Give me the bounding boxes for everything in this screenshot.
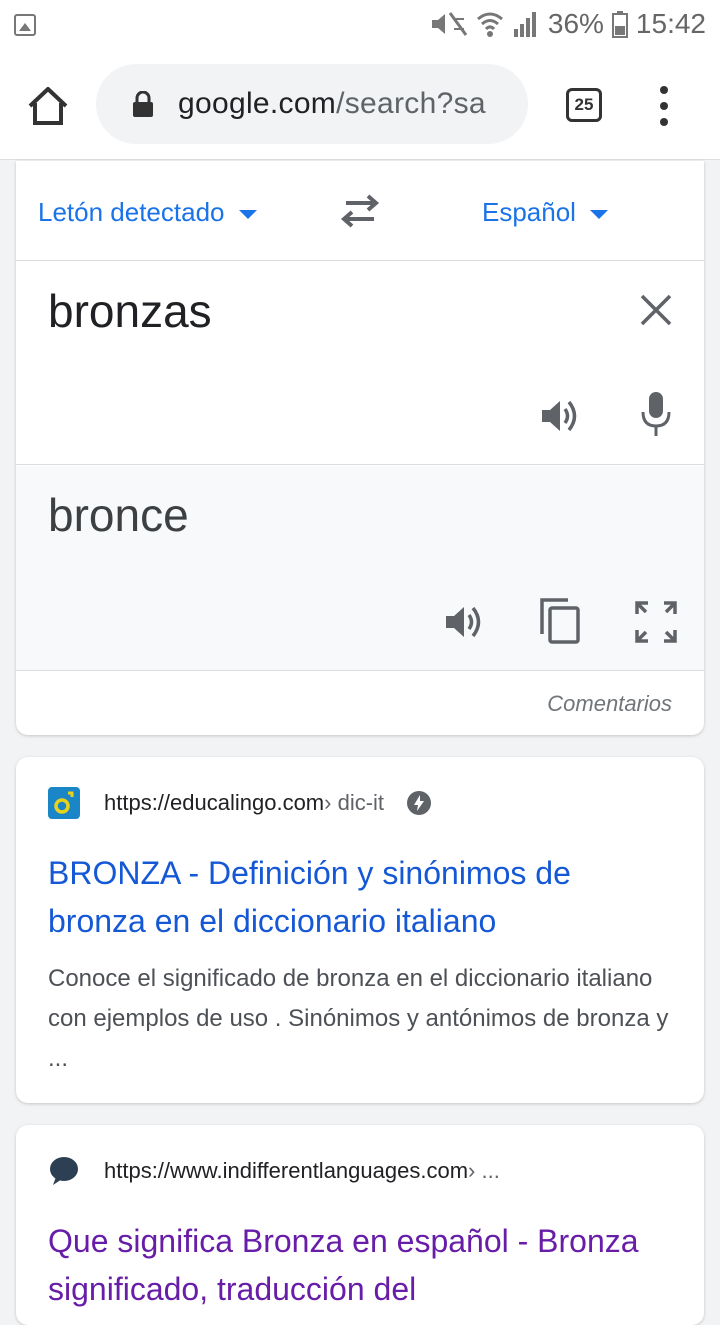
lock-icon xyxy=(133,91,153,117)
chevron-down-icon xyxy=(238,210,257,219)
microphone-icon[interactable] xyxy=(638,390,674,440)
status-bar: 36% 15:42 xyxy=(0,0,720,50)
battery-percent: 36% xyxy=(547,8,604,39)
translated-text: bronce xyxy=(48,489,189,541)
fullscreen-icon[interactable] xyxy=(634,600,678,644)
signal-icon xyxy=(513,12,536,37)
result-title-link[interactable]: Que significa Bronza en español - Bronza… xyxy=(48,1217,668,1313)
speech-bubble-favicon-icon xyxy=(50,1157,78,1185)
speaker-icon[interactable] xyxy=(442,600,486,644)
url-domain: google.com xyxy=(178,87,337,120)
result-breadcrumb: › ... xyxy=(468,1158,500,1183)
result-citation[interactable]: https://www.indifferentlanguages.com › .… xyxy=(48,1155,500,1187)
mute-icon xyxy=(431,12,468,36)
result-breadcrumb: › dic-it xyxy=(324,790,385,815)
source-text-area[interactable]: bronzas xyxy=(16,262,704,465)
translate-card: Letón detectado Español bronzas bronce C… xyxy=(16,161,704,735)
swap-languages-icon[interactable] xyxy=(338,193,382,229)
language-selector-row: Letón detectado Español xyxy=(16,161,704,261)
source-text[interactable]: bronzas xyxy=(48,284,212,338)
tab-switcher-button[interactable]: 25 xyxy=(566,88,602,122)
overflow-menu-icon[interactable] xyxy=(652,86,676,126)
wifi-icon xyxy=(476,12,503,37)
clock: 15:42 xyxy=(635,8,706,39)
amp-lightning-icon xyxy=(407,791,432,815)
translation-result-area: bronce xyxy=(16,466,704,671)
result-url: https://educalingo.com xyxy=(104,790,325,815)
result-url: https://www.indifferentlanguages.com xyxy=(104,1158,469,1183)
close-icon[interactable] xyxy=(638,292,674,328)
url-bar[interactable]: google.com/search?sa xyxy=(96,64,528,144)
browser-toolbar: google.com/search?sa 25 xyxy=(0,50,720,160)
gallery-notification-icon xyxy=(14,14,36,36)
target-language-dropdown[interactable]: Español xyxy=(482,197,608,228)
speaker-icon[interactable] xyxy=(538,394,582,438)
copy-icon[interactable] xyxy=(538,596,582,646)
url-text: google.com/search?sa xyxy=(178,87,486,121)
search-result: https://educalingo.com › dic-it BRONZA -… xyxy=(16,757,704,1103)
result-snippet: Conoce el significado de bronza en el di… xyxy=(48,965,669,1072)
url-path: /search?sa xyxy=(336,87,486,120)
chevron-down-icon xyxy=(589,210,608,219)
educalingo-favicon-icon xyxy=(48,787,80,819)
status-icons: 36% 15:42 xyxy=(428,8,706,40)
feedback-link[interactable]: Comentarios xyxy=(547,691,672,717)
result-title-link[interactable]: BRONZA - Definición y sinónimos de bronz… xyxy=(48,849,668,945)
search-results-page: Letón detectado Español bronzas bronce C… xyxy=(0,161,720,1325)
result-citation[interactable]: https://educalingo.com › dic-it xyxy=(48,787,432,819)
search-result: https://www.indifferentlanguages.com › .… xyxy=(16,1125,704,1325)
home-icon[interactable] xyxy=(26,84,70,128)
source-language-label: Letón detectado xyxy=(38,197,225,227)
target-language-label: Español xyxy=(482,197,576,227)
source-language-dropdown[interactable]: Letón detectado xyxy=(38,197,257,228)
battery-icon xyxy=(611,11,628,38)
